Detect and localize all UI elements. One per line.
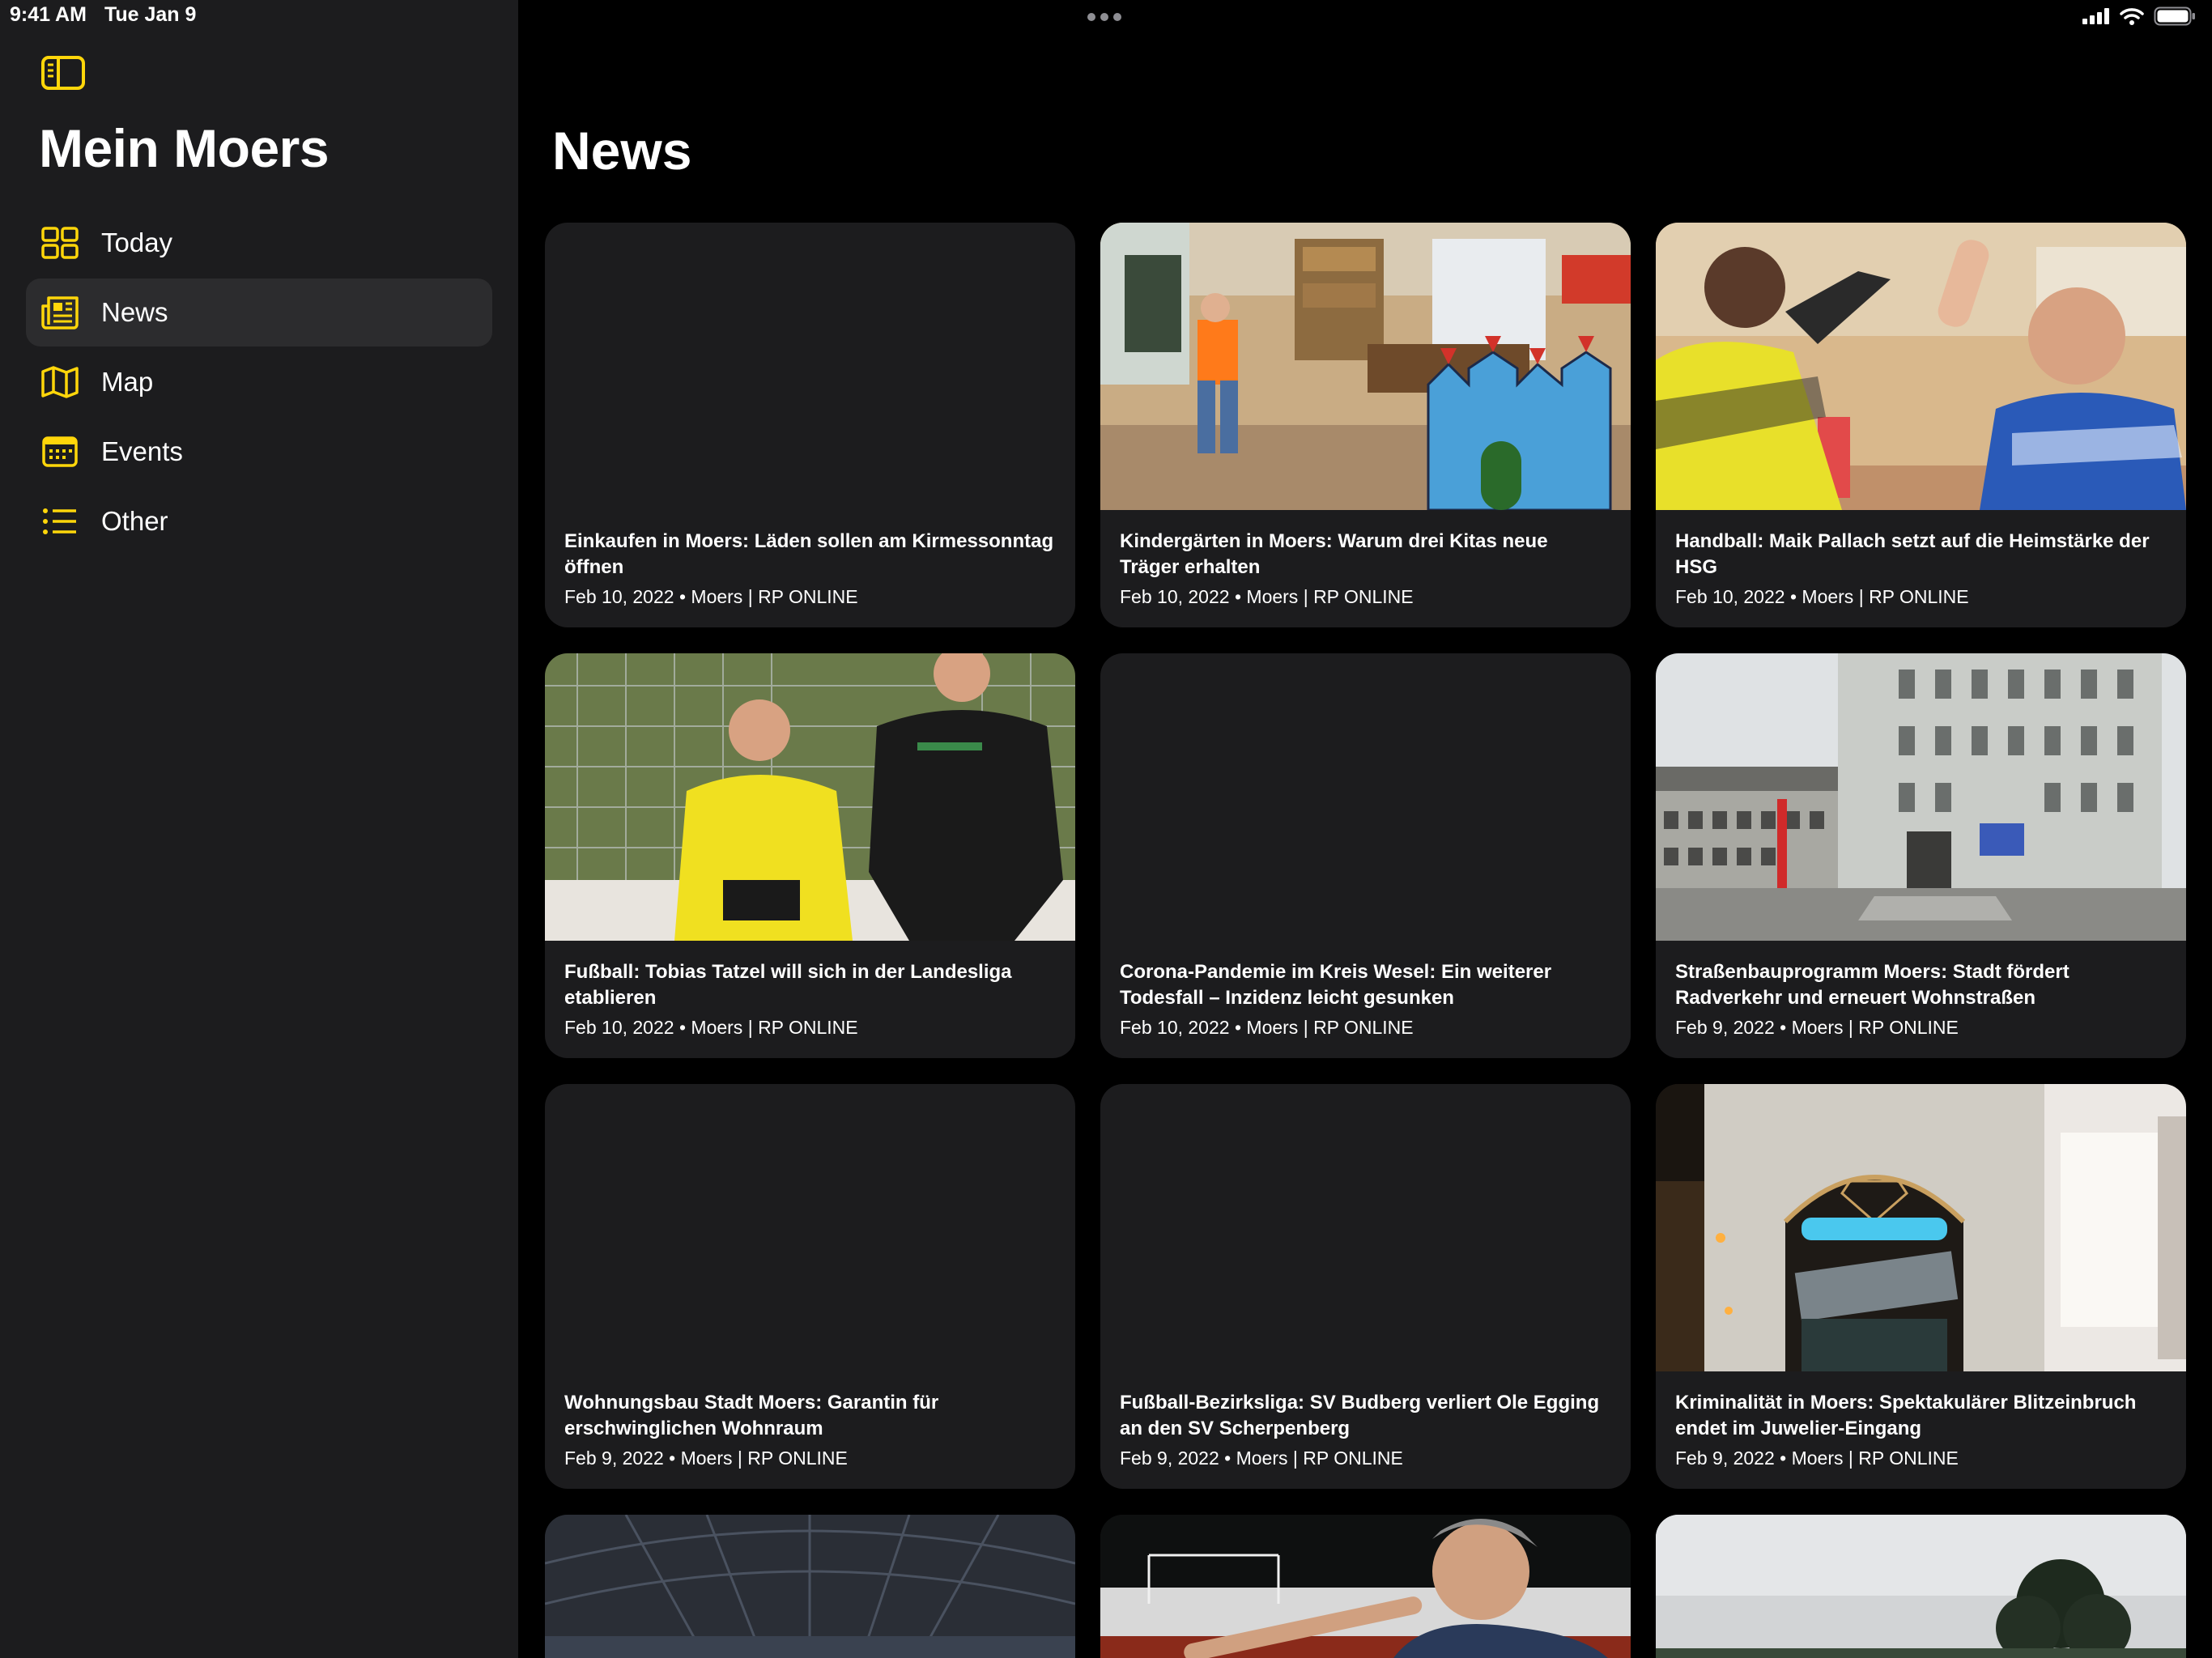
multitasking-menu-button[interactable] [1087, 13, 1121, 21]
grid-icon [39, 222, 81, 264]
sidebar-item-label: News [101, 297, 168, 327]
sidebar-item-label: Map [101, 367, 154, 397]
map-icon [39, 361, 81, 403]
news-card-source: Moers | RP ONLINE [691, 1017, 858, 1038]
news-card-date: Feb 9, 2022 [1675, 1017, 1775, 1038]
news-card-title: Corona-Pandemie im Kreis Wesel: Ein weit… [1120, 961, 1552, 1009]
news-card-date: Feb 9, 2022 [564, 1448, 664, 1469]
status-bar-right [2082, 6, 2196, 26]
status-bar-left: 9:41 AM Tue Jan 9 [10, 3, 196, 27]
main-content: News Einkaufen in Moers: Läden sollen am… [518, 0, 2212, 1658]
news-card-title: Kindergärten in Moers: Warum drei Kitas … [1120, 530, 1548, 578]
sidebar: 9:41 AM Tue Jan 9 Mein Moers Today News … [0, 0, 518, 1658]
news-grid: Einkaufen in Moers: Läden sollen am Kirm… [545, 223, 2186, 1658]
calendar-icon [39, 431, 81, 473]
news-card-title: Fußball: Tobias Tatzel will sich in der … [564, 961, 1012, 1009]
sidebar-item-news[interactable]: News [26, 278, 492, 346]
sidebar-item-today[interactable]: Today [26, 209, 492, 277]
news-card[interactable]: Fußball-Bezirksliga: SV Budberg verliert… [1100, 1084, 1631, 1489]
news-card-date: Feb 9, 2022 [1675, 1448, 1775, 1469]
sidebar-item-other[interactable]: Other [26, 487, 492, 555]
news-card-meta: Feb 9, 2022 • Moers | RP ONLINE [1120, 1448, 1403, 1469]
news-card-image [1656, 1084, 2186, 1371]
news-card-source: Moers | RP ONLINE [680, 1448, 848, 1469]
news-card-date: Feb 10, 2022 [1120, 586, 1230, 607]
news-card[interactable]: Fußball: Tobias Tatzel will sich in der … [545, 653, 1075, 1058]
news-card[interactable]: Corona-Pandemie im Kreis Wesel: Ein weit… [1100, 653, 1631, 1058]
news-card-meta: Feb 10, 2022 • Moers | RP ONLINE [564, 586, 858, 607]
news-card-source: Moers | RP ONLINE [1791, 1017, 1959, 1038]
news-card-source: Moers | RP ONLINE [1791, 1448, 1959, 1469]
status-date: Tue Jan 9 [104, 3, 197, 26]
news-card-title: Wohnungsbau Stadt Moers: Garantin für er… [564, 1392, 939, 1439]
news-card[interactable]: Straßenbauprogramm Moers: Stadt fördert … [1656, 653, 2186, 1058]
news-card-meta: Feb 9, 2022 • Moers | RP ONLINE [1675, 1017, 1959, 1038]
news-card-source: Moers | RP ONLINE [1236, 1448, 1403, 1469]
news-card[interactable] [1100, 1515, 1631, 1658]
news-card[interactable]: Einkaufen in Moers: Läden sollen am Kirm… [545, 223, 1075, 627]
news-card[interactable]: Wohnungsbau Stadt Moers: Garantin für er… [545, 1084, 1075, 1489]
sidebar-nav: Today News Map Events Other [26, 209, 492, 557]
news-card-title: Fußball-Bezirksliga: SV Budberg verliert… [1120, 1392, 1600, 1439]
news-card-date: Feb 10, 2022 [564, 586, 674, 607]
news-card-source: Moers | RP ONLINE [1246, 1017, 1414, 1038]
news-card-image [1100, 1515, 1631, 1658]
news-card-meta: Feb 10, 2022 • Moers | RP ONLINE [1120, 1017, 1414, 1038]
news-card[interactable] [1656, 1515, 2186, 1658]
news-card-meta: Feb 10, 2022 • Moers | RP ONLINE [1120, 586, 1414, 607]
news-card[interactable]: Kindergärten in Moers: Warum drei Kitas … [1100, 223, 1631, 627]
news-card-image [1656, 1515, 2186, 1658]
news-card-date: Feb 10, 2022 [1120, 1017, 1230, 1038]
sidebar-item-map[interactable]: Map [26, 348, 492, 416]
sidebar-title: Mein Moers [39, 118, 330, 178]
news-card-meta: Feb 9, 2022 • Moers | RP ONLINE [564, 1448, 848, 1469]
wifi-icon [2120, 8, 2144, 25]
news-card-meta: Feb 10, 2022 • Moers | RP ONLINE [1675, 586, 1969, 607]
status-time: 9:41 AM [10, 3, 87, 26]
news-card-source: Moers | RP ONLINE [691, 586, 858, 607]
news-card[interactable] [545, 1515, 1075, 1658]
sidebar-toggle-button[interactable] [40, 55, 86, 91]
news-card[interactable]: Handball: Maik Pallach setzt auf die Hei… [1656, 223, 2186, 627]
news-card-title: Straßenbauprogramm Moers: Stadt fördert … [1675, 961, 2069, 1009]
page-title: News [552, 121, 692, 181]
news-card-source: Moers | RP ONLINE [1246, 586, 1414, 607]
news-card-image [1656, 223, 2186, 510]
sidebar-toggle-icon [41, 56, 85, 90]
news-card-date: Feb 10, 2022 [564, 1017, 674, 1038]
sidebar-item-label: Today [101, 227, 173, 257]
news-card-image [1100, 223, 1631, 510]
sidebar-item-label: Events [101, 436, 183, 466]
news-card-meta: Feb 9, 2022 • Moers | RP ONLINE [1675, 1448, 1959, 1469]
news-card-title: Einkaufen in Moers: Läden sollen am Kirm… [564, 530, 1054, 578]
battery-icon [2154, 6, 2195, 26]
sidebar-item-label: Other [101, 506, 168, 536]
news-card-source: Moers | RP ONLINE [1802, 586, 1969, 607]
news-card-image [545, 653, 1075, 941]
news-card-meta: Feb 10, 2022 • Moers | RP ONLINE [564, 1017, 858, 1038]
news-card-title: Handball: Maik Pallach setzt auf die Hei… [1675, 530, 2150, 578]
news-card-image [545, 1515, 1075, 1658]
news-card-date: Feb 10, 2022 [1675, 586, 1785, 607]
cellular-signal-icon [2082, 8, 2109, 24]
list-icon [39, 500, 81, 542]
news-card-date: Feb 9, 2022 [1120, 1448, 1219, 1469]
newspaper-icon [39, 291, 81, 334]
ipad-screen: 9:41 AM Tue Jan 9 Mein Moers Today News … [0, 0, 2212, 1658]
sidebar-item-events[interactable]: Events [26, 418, 492, 486]
news-card[interactable]: Kriminalität in Moers: Spektakulärer Bli… [1656, 1084, 2186, 1489]
news-card-image [1656, 653, 2186, 941]
news-card-title: Kriminalität in Moers: Spektakulärer Bli… [1675, 1392, 2137, 1439]
